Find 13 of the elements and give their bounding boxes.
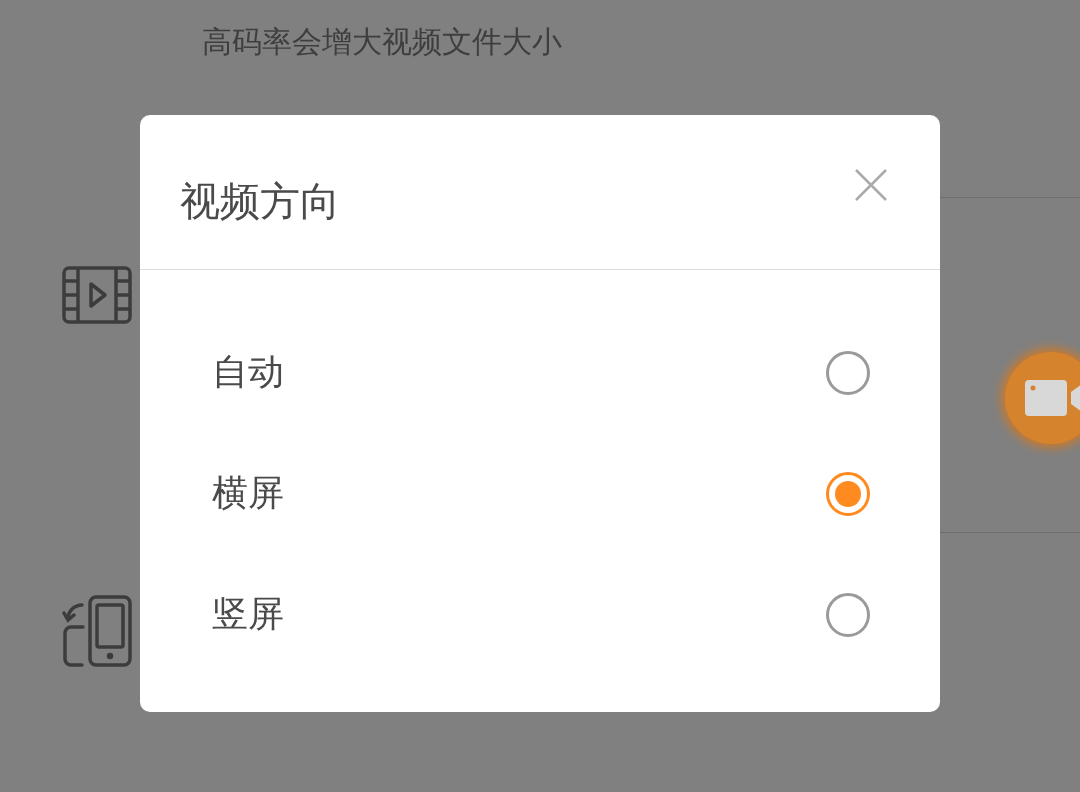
film-play-icon [62, 266, 132, 324]
orientation-option[interactable]: 自动 [140, 312, 940, 433]
dialog-title: 视频方向 [180, 177, 340, 226]
phone-rotate-icon [62, 595, 132, 667]
radio-button[interactable] [826, 592, 870, 637]
close-icon[interactable] [854, 168, 888, 202]
orientation-option[interactable]: 横屏 [140, 433, 940, 554]
video-camera-icon [1023, 378, 1080, 418]
orientation-option[interactable]: 竖屏 [140, 554, 940, 675]
video-camera-button[interactable] [1005, 352, 1080, 444]
radio-button[interactable] [826, 471, 870, 516]
radio-button[interactable] [826, 350, 870, 395]
bitrate-hint: 高码率会增大视频文件大小 [202, 23, 563, 61]
